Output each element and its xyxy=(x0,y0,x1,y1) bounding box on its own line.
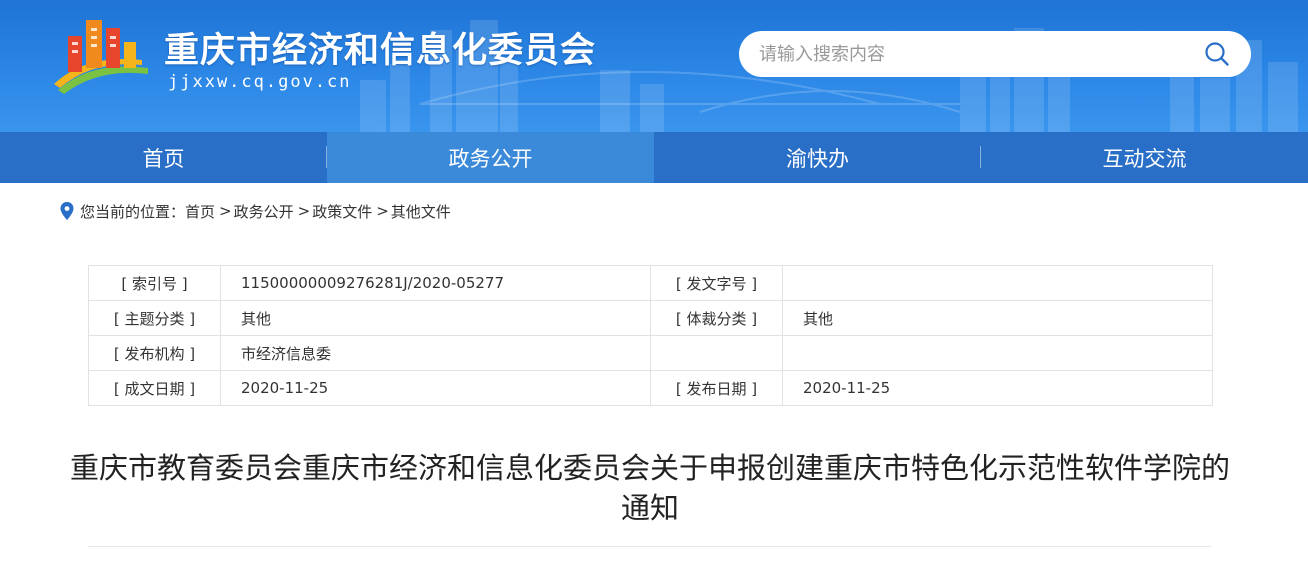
empty-cell xyxy=(782,335,1213,371)
document-info-table: [ 索引号 ] 11500000009276281J/2020-05277 [ … xyxy=(88,265,1213,406)
main-nav: 首页 政务公开 渝快办 互动交流 xyxy=(0,132,1308,183)
created-date-value: 2020-11-25 xyxy=(220,370,651,406)
site-title: 重庆市经济和信息化委员会 xyxy=(164,31,597,71)
nav-item-label: 首页 xyxy=(142,146,185,171)
table-row: [ 索引号 ] 11500000009276281J/2020-05277 [ … xyxy=(88,265,1213,301)
site-logo xyxy=(54,20,148,94)
search-input[interactable] xyxy=(739,31,1251,77)
nav-item-label: 渝快办 xyxy=(786,146,849,171)
table-row: [ 成文日期 ] 2020-11-25 [ 发布日期 ] 2020-11-25 xyxy=(88,370,1213,406)
published-date-label: [ 发布日期 ] xyxy=(650,370,783,406)
genre-category-value: 其他 xyxy=(782,300,1213,336)
site-domain: jjxxw.cq.gov.cn xyxy=(168,72,352,92)
topic-category-value: 其他 xyxy=(220,300,651,336)
index-number-value: 11500000009276281J/2020-05277 xyxy=(220,265,651,301)
search-button[interactable] xyxy=(1200,38,1234,70)
index-number-label: [ 索引号 ] xyxy=(88,265,221,301)
breadcrumb-government-affairs[interactable]: 政务公开 xyxy=(234,201,294,222)
breadcrumb-policy-documents[interactable]: 政策文件 xyxy=(312,201,372,222)
search-icon xyxy=(1205,42,1229,66)
published-date-value: 2020-11-25 xyxy=(782,370,1213,406)
document-number-value xyxy=(782,265,1213,301)
table-row: [ 主题分类 ] 其他 [ 体裁分类 ] 其他 xyxy=(88,300,1213,336)
breadcrumb-separator: > xyxy=(376,202,389,220)
topic-category-label: [ 主题分类 ] xyxy=(88,300,221,336)
nav-item-home[interactable]: 首页 xyxy=(0,132,327,183)
nav-item-yukuaiban[interactable]: 渝快办 xyxy=(654,132,981,183)
title-divider xyxy=(88,546,1211,547)
breadcrumb: 您当前的位置： 首页 > 政务公开 > 政策文件 > 其他文件 xyxy=(60,200,451,222)
publisher-value: 市经济信息委 xyxy=(220,335,651,371)
empty-cell xyxy=(650,335,783,371)
breadcrumb-prefix: 您当前的位置： xyxy=(80,202,186,221)
nav-item-label: 政务公开 xyxy=(448,146,533,171)
site-header: 重庆市经济和信息化委员会 jjxxw.cq.gov.cn xyxy=(0,0,1308,132)
nav-item-interaction[interactable]: 互动交流 xyxy=(981,132,1308,183)
nav-item-government-affairs[interactable]: 政务公开 xyxy=(327,132,654,183)
location-pin-icon xyxy=(60,202,74,220)
breadcrumb-separator: > xyxy=(219,202,232,220)
breadcrumb-other-documents[interactable]: 其他文件 xyxy=(391,201,451,222)
publisher-label: [ 发布机构 ] xyxy=(88,335,221,371)
document-number-label: [ 发文字号 ] xyxy=(650,265,783,301)
nav-item-label: 互动交流 xyxy=(1102,146,1187,171)
table-row: [ 发布机构 ] 市经济信息委 xyxy=(88,335,1213,371)
article-title: 重庆市教育委员会重庆市经济和信息化委员会关于申报创建重庆市特色化示范性软件学院的… xyxy=(70,451,1231,525)
genre-category-label: [ 体裁分类 ] xyxy=(650,300,783,336)
created-date-label: [ 成文日期 ] xyxy=(88,370,221,406)
breadcrumb-separator: > xyxy=(297,202,311,220)
breadcrumb-home[interactable]: 首页 xyxy=(185,201,215,222)
